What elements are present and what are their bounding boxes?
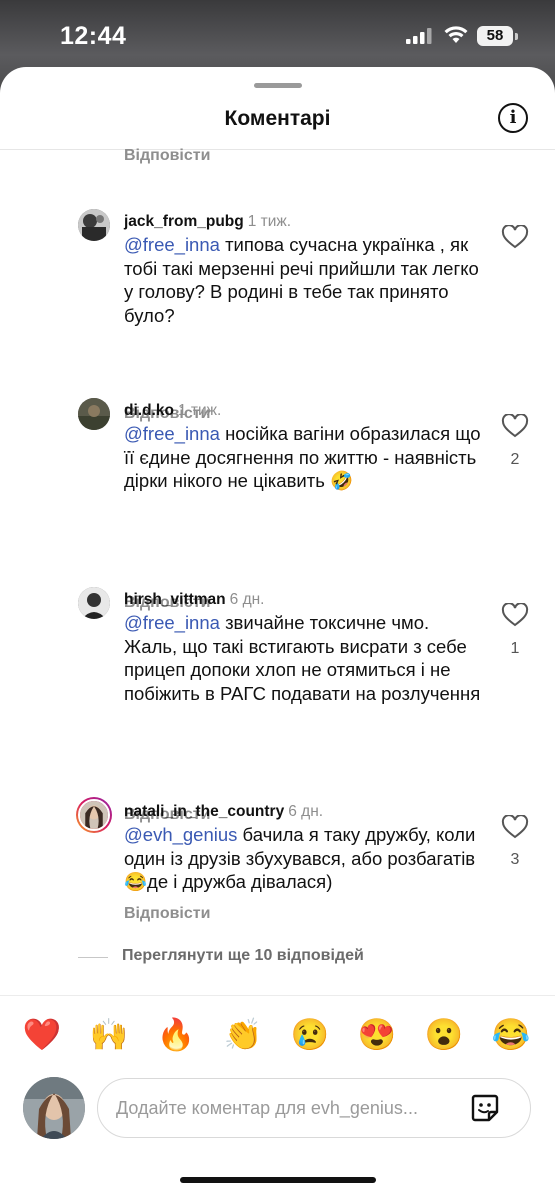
avatar-story-ring[interactable]: [76, 797, 112, 833]
status-bar: 12:44 58: [0, 0, 555, 70]
comment-text: @evh_genius бачила я таку дружбу, коли о…: [124, 823, 484, 894]
info-icon[interactable]: i: [498, 103, 528, 133]
status-time: 12:44: [60, 22, 127, 50]
comment-composer: [0, 1077, 555, 1157]
emoji-heart[interactable]: ❤️: [22, 1016, 62, 1053]
heart-outline-icon[interactable]: [501, 225, 529, 249]
like-count[interactable]: 2: [500, 451, 530, 469]
avatar[interactable]: [78, 398, 110, 430]
username[interactable]: jack_from_pubg: [124, 213, 244, 230]
reply-button[interactable]: Відповісти: [124, 147, 210, 165]
emoji-raised-hands[interactable]: 🙌: [89, 1016, 129, 1053]
comment-meta: hirsh_vittman 6 дн.: [124, 591, 264, 609]
comment-text: @free_inna носійка вагіни образилася що …: [124, 422, 484, 493]
view-more-replies-label[interactable]: Переглянути ще 10 відповідей: [122, 947, 364, 965]
battery-indicator: 58: [477, 26, 518, 46]
mention-link[interactable]: @free_inna: [124, 612, 220, 633]
username[interactable]: natali_in_the_country: [124, 803, 284, 820]
mention-link[interactable]: @evh_genius: [124, 824, 237, 845]
comment-meta: jack_from_pubg 1 тиж.: [124, 213, 291, 231]
comment-meta: natali_in_the_country 6 дн.: [124, 803, 323, 821]
sticker-icon[interactable]: [469, 1092, 501, 1124]
emoji-heart-eyes[interactable]: 😍: [357, 1016, 397, 1053]
reply-button[interactable]: Відповісти: [124, 905, 210, 923]
avatar[interactable]: [78, 587, 110, 619]
like-count[interactable]: 1: [500, 640, 530, 658]
wifi-icon: [444, 26, 468, 43]
home-indicator[interactable]: [180, 1177, 376, 1183]
view-more-replies[interactable]: Переглянути ще 10 відповідей: [0, 947, 555, 967]
timestamp: 6 дн.: [288, 803, 324, 820]
quick-emoji-bar: ❤️ 🙌 🔥 👏 😢 😍 😮 😂: [0, 995, 555, 1072]
cellular-signal-icon: [406, 28, 432, 44]
heart-outline-icon[interactable]: [501, 603, 529, 627]
emoji-surprised[interactable]: 😮: [424, 1016, 464, 1053]
timestamp: 1 тиж.: [247, 213, 292, 230]
mention-link[interactable]: @free_inna: [124, 234, 220, 255]
comments-sheet: Коментарі i Відповісти jack_from_pubg 1 т…: [0, 67, 555, 1200]
username[interactable]: hirsh_vittman: [124, 591, 226, 608]
comment-text: @free_inna типова сучасна українка , як …: [124, 233, 484, 327]
timestamp: 1 тиж.: [177, 402, 222, 419]
mention-link[interactable]: @free_inna: [124, 423, 220, 444]
emoji-crying[interactable]: 😢: [290, 1016, 330, 1053]
emoji-laughing[interactable]: 😂: [491, 1016, 531, 1053]
sheet-title: Коментарі: [224, 107, 331, 130]
heart-outline-icon[interactable]: [501, 414, 529, 438]
avatar[interactable]: [78, 209, 110, 241]
emoji-clap[interactable]: 👏: [223, 1016, 263, 1053]
username[interactable]: di.d.ko: [124, 402, 174, 419]
battery-level: 58: [486, 27, 504, 44]
timestamp: 6 дн.: [229, 591, 265, 608]
like-count[interactable]: 3: [500, 851, 530, 869]
divider: [0, 149, 555, 150]
comment-meta: di.d.ko 1 тиж.: [124, 402, 221, 420]
heart-outline-icon[interactable]: [501, 815, 529, 839]
divider: [78, 957, 108, 958]
comment-input[interactable]: [97, 1078, 531, 1138]
emoji-fire[interactable]: 🔥: [156, 1016, 196, 1053]
sheet-grabber[interactable]: [254, 83, 302, 88]
comment-text: @free_inna звичайне токсичне чмо. Жаль, …: [124, 611, 484, 705]
my-avatar[interactable]: [23, 1077, 85, 1139]
